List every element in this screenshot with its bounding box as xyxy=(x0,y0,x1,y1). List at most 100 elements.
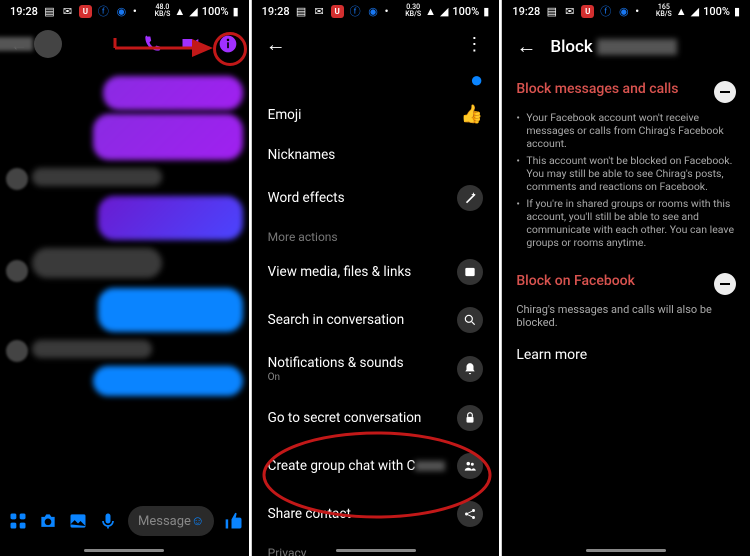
block-messages-section[interactable]: Block messages and calls Your Facebook a… xyxy=(502,71,750,263)
sublabel: On xyxy=(268,372,404,383)
apps-icon[interactable] xyxy=(8,510,28,532)
label: Go to secret conversation xyxy=(268,410,422,426)
message-sent[interactable] xyxy=(98,196,243,240)
net-speed: 165KB/S xyxy=(656,4,672,18)
setting-word-effects[interactable]: Word effects xyxy=(252,174,500,222)
setting-share-contact[interactable]: Share contact xyxy=(252,490,500,538)
setting-view-media[interactable]: View media, files & links xyxy=(252,248,500,296)
signal-icon: ◢ xyxy=(189,5,197,18)
chat-header: ← xyxy=(0,22,249,66)
message-sent[interactable] xyxy=(103,76,243,110)
setting-emoji[interactable]: Emoji 👍 xyxy=(252,93,500,136)
status-bar: 19:28 ▤ ✉ U ⓕ ◉ • 48.0KB/S ▲ ◢ 100% ▮ xyxy=(0,0,249,22)
more-icon: • xyxy=(133,5,137,18)
wifi-icon: ▲ xyxy=(676,5,687,18)
notif-icon: ▤ xyxy=(545,5,558,18)
battery-pct: 100% xyxy=(703,5,730,18)
image-icon xyxy=(457,259,483,285)
battery-icon: ▮ xyxy=(233,5,239,18)
bullet: Your Facebook account won't receive mess… xyxy=(516,109,736,152)
label: View media, files & links xyxy=(268,264,412,280)
fb-icon: ⓕ xyxy=(599,5,612,18)
lock-icon xyxy=(457,405,483,431)
search-icon xyxy=(457,307,483,333)
battery-pct: 100% xyxy=(452,5,479,18)
message-input[interactable]: Message ☺ xyxy=(128,506,214,536)
message-received[interactable] xyxy=(32,340,152,358)
thumb-up-icon: 👍 xyxy=(461,104,483,125)
label: Word effects xyxy=(268,190,345,206)
net-speed: 0.30KB/S xyxy=(405,4,421,18)
mic-icon[interactable] xyxy=(98,510,118,532)
block-facebook-section[interactable]: Block on Facebook xyxy=(502,263,750,299)
battery-icon: ▮ xyxy=(483,5,489,18)
more-dots-icon[interactable]: ⋮ xyxy=(465,34,485,55)
wifi-icon: ▲ xyxy=(174,5,185,18)
label: Share contact xyxy=(268,506,351,522)
message-received[interactable] xyxy=(32,248,162,278)
label: Search in conversation xyxy=(268,312,404,328)
screen-settings: 19:28 ▤ ✉ U ⓕ ◉ • 0.30KB/S ▲ ◢ 100% ▮ ← … xyxy=(251,0,500,556)
back-icon[interactable]: ← xyxy=(516,34,536,59)
label: Notifications & sounds xyxy=(268,355,404,371)
input-placeholder: Message xyxy=(138,514,191,529)
status-bar: 19:28 ▤ ✉ U ⓕ ◉ • 0.30KB/S ▲ ◢ 100% ▮ xyxy=(252,0,500,22)
camera-icon[interactable] xyxy=(38,510,58,532)
back-icon[interactable]: ← xyxy=(266,32,286,57)
minus-icon xyxy=(714,273,736,295)
group-icon xyxy=(457,453,483,479)
app-icon: U xyxy=(79,5,92,18)
block-facebook-text: Chirag's messages and calls will also be… xyxy=(502,299,750,333)
contact-avatar[interactable] xyxy=(34,30,62,58)
setting-create-group[interactable]: Create group chat with C xyxy=(252,442,500,490)
share-icon xyxy=(457,501,483,527)
msg-icon: ✉ xyxy=(563,5,576,18)
nav-bar[interactable] xyxy=(84,549,164,552)
info-icon[interactable] xyxy=(217,33,239,55)
like-icon[interactable] xyxy=(224,510,244,532)
learn-more-link[interactable]: Learn more xyxy=(502,333,750,377)
setting-secret[interactable]: Go to secret conversation xyxy=(252,394,500,442)
notif-icon: ▤ xyxy=(43,5,56,18)
status-time: 19:28 xyxy=(10,5,38,18)
block-title: Block xyxy=(550,37,677,57)
label: Emoji xyxy=(268,107,302,123)
battery-icon: ▮ xyxy=(734,5,740,18)
contact-name[interactable] xyxy=(0,37,33,51)
signal-icon: ◢ xyxy=(440,5,448,18)
bullet: This account won't be blocked on Faceboo… xyxy=(516,152,736,195)
message-sent[interactable] xyxy=(93,114,243,160)
bell-icon xyxy=(457,356,483,382)
message-sent[interactable] xyxy=(93,366,243,396)
sender-avatar xyxy=(6,340,28,362)
app-icon: U xyxy=(581,5,594,18)
message-sent[interactable] xyxy=(98,288,243,332)
battery-pct: 100% xyxy=(202,5,229,18)
setting-search[interactable]: Search in conversation xyxy=(252,296,500,344)
section-more-actions: More actions xyxy=(252,222,500,248)
block-header: ← Block xyxy=(502,22,750,71)
emoji-icon[interactable]: ☺ xyxy=(191,513,204,529)
chat-input-bar: Message ☺ xyxy=(0,506,249,536)
wand-icon xyxy=(457,185,483,211)
online-dot: ● xyxy=(470,67,483,93)
messenger-icon: ◉ xyxy=(367,5,380,18)
app-icon: U xyxy=(331,5,344,18)
call-icon[interactable] xyxy=(141,33,163,55)
signal-icon: ◢ xyxy=(691,5,699,18)
block-messages-bullets: Your Facebook account won't receive mess… xyxy=(516,103,736,259)
wifi-icon: ▲ xyxy=(425,5,436,18)
nav-bar[interactable] xyxy=(336,549,416,552)
gallery-icon[interactable] xyxy=(68,510,88,532)
setting-nicknames[interactable]: Nicknames xyxy=(252,136,500,174)
label: Create group chat with C xyxy=(268,458,446,474)
status-time: 19:28 xyxy=(512,5,540,18)
video-icon[interactable] xyxy=(179,33,201,55)
setting-notifications[interactable]: Notifications & soundsOn xyxy=(252,344,500,394)
nav-bar[interactable] xyxy=(586,549,666,552)
status-time: 19:28 xyxy=(262,5,290,18)
more-icon: • xyxy=(385,5,389,18)
message-received[interactable] xyxy=(32,168,162,186)
messenger-icon: ◉ xyxy=(617,5,630,18)
bullet: If you're in shared groups or rooms with… xyxy=(516,195,736,251)
